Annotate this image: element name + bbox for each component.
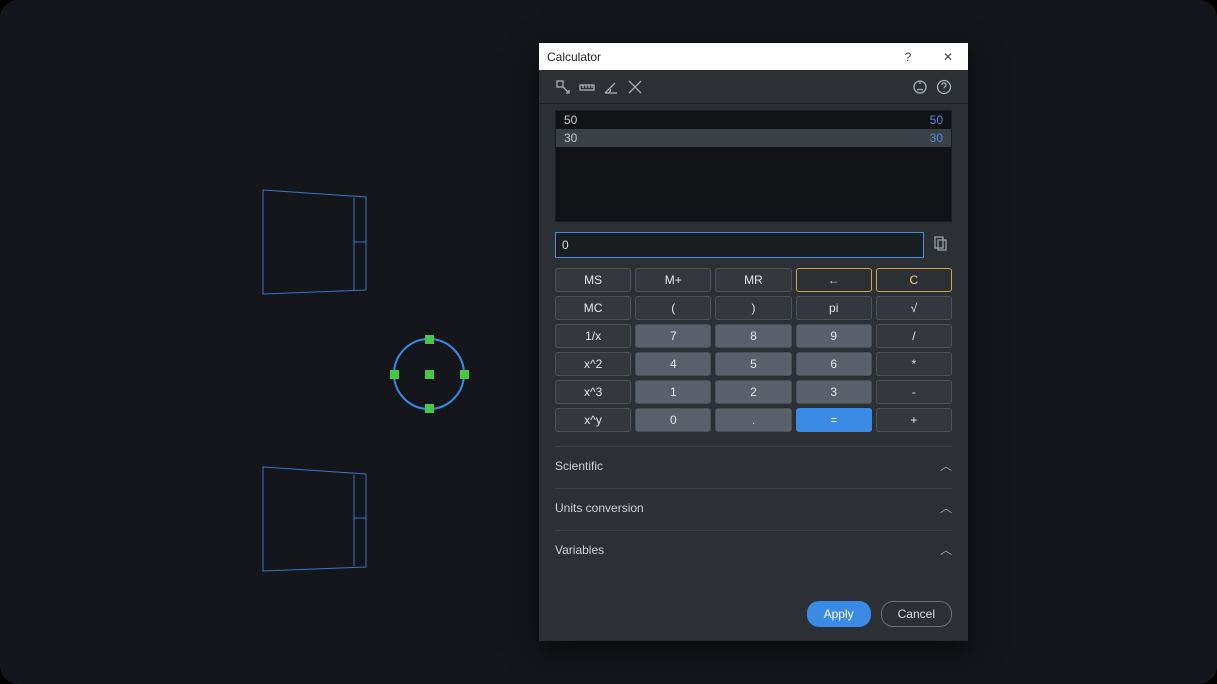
help-button[interactable]: ? — [888, 43, 928, 70]
chevron-up-icon: ︿ — [940, 541, 952, 558]
multiply-button[interactable]: * — [876, 352, 952, 376]
intersect-icon[interactable] — [623, 75, 647, 99]
help-icon[interactable] — [932, 75, 956, 99]
history-panel[interactable]: 50 50 30 30 — [555, 110, 952, 222]
chevron-up-icon: ︿ — [940, 499, 952, 516]
section-scientific[interactable]: Scientific ︿ — [555, 446, 952, 474]
history-expr: 50 — [564, 113, 577, 127]
mc-button[interactable]: MC — [555, 296, 631, 320]
decimal-button[interactable]: . — [715, 408, 791, 432]
rparen-button[interactable]: ) — [715, 296, 791, 320]
input-row — [555, 232, 952, 258]
close-button[interactable]: ✕ — [928, 43, 968, 70]
lparen-button[interactable]: ( — [635, 296, 711, 320]
calculator-window: Calculator ? ✕ — [539, 43, 968, 641]
mr-button[interactable]: MR — [715, 268, 791, 292]
dialog-footer: Apply Cancel — [807, 601, 952, 627]
ruler-icon[interactable] — [575, 75, 599, 99]
digit-3-button[interactable]: 3 — [796, 380, 872, 404]
backspace-button[interactable]: ← — [796, 268, 872, 292]
digit-0-button[interactable]: 0 — [635, 408, 711, 432]
history-result: 30 — [930, 131, 943, 145]
section-units[interactable]: Units conversion ︿ — [555, 488, 952, 516]
calc-toolbar — [539, 70, 968, 104]
button-pad: MS M+ MR ← C MC ( ) pi √ 1/x 7 8 9 / x^2… — [555, 268, 952, 432]
sqrt-button[interactable]: √ — [876, 296, 952, 320]
digit-8-button[interactable]: 8 — [715, 324, 791, 348]
reciprocal-button[interactable]: 1/x — [555, 324, 631, 348]
digit-4-button[interactable]: 4 — [635, 352, 711, 376]
history-expr: 30 — [564, 131, 577, 145]
expression-input[interactable] — [555, 232, 924, 258]
workspace: Calculator ? ✕ — [0, 0, 1217, 684]
chevron-up-icon: ︿ — [940, 457, 952, 474]
clear-button[interactable]: C — [876, 268, 952, 292]
digit-7-button[interactable]: 7 — [635, 324, 711, 348]
digit-5-button[interactable]: 5 — [715, 352, 791, 376]
window-title: Calculator — [539, 50, 888, 64]
cancel-button[interactable]: Cancel — [881, 601, 952, 627]
digit-2-button[interactable]: 2 — [715, 380, 791, 404]
angle-icon[interactable] — [599, 75, 623, 99]
power-button[interactable]: x^y — [555, 408, 631, 432]
cube-button[interactable]: x^3 — [555, 380, 631, 404]
pi-button[interactable]: pi — [796, 296, 872, 320]
ms-button[interactable]: MS — [555, 268, 631, 292]
digit-1-button[interactable]: 1 — [635, 380, 711, 404]
units-icon[interactable] — [908, 75, 932, 99]
transform-icon[interactable] — [551, 75, 575, 99]
plus-button[interactable]: + — [876, 408, 952, 432]
mplus-button[interactable]: M+ — [635, 268, 711, 292]
history-row[interactable]: 30 30 — [556, 129, 951, 147]
digit-6-button[interactable]: 6 — [796, 352, 872, 376]
section-variables[interactable]: Variables ︿ — [555, 530, 952, 558]
minus-button[interactable]: - — [876, 380, 952, 404]
titlebar[interactable]: Calculator ? ✕ — [539, 43, 968, 70]
digit-9-button[interactable]: 9 — [796, 324, 872, 348]
paste-icon[interactable] — [932, 235, 952, 255]
history-result: 50 — [930, 113, 943, 127]
square-button[interactable]: x^2 — [555, 352, 631, 376]
section-label: Scientific — [555, 459, 603, 473]
divide-button[interactable]: / — [876, 324, 952, 348]
apply-button[interactable]: Apply — [807, 601, 871, 627]
section-label: Variables — [555, 543, 604, 557]
section-label: Units conversion — [555, 501, 644, 515]
equals-button[interactable]: = — [796, 408, 872, 432]
history-row[interactable]: 50 50 — [556, 111, 951, 129]
